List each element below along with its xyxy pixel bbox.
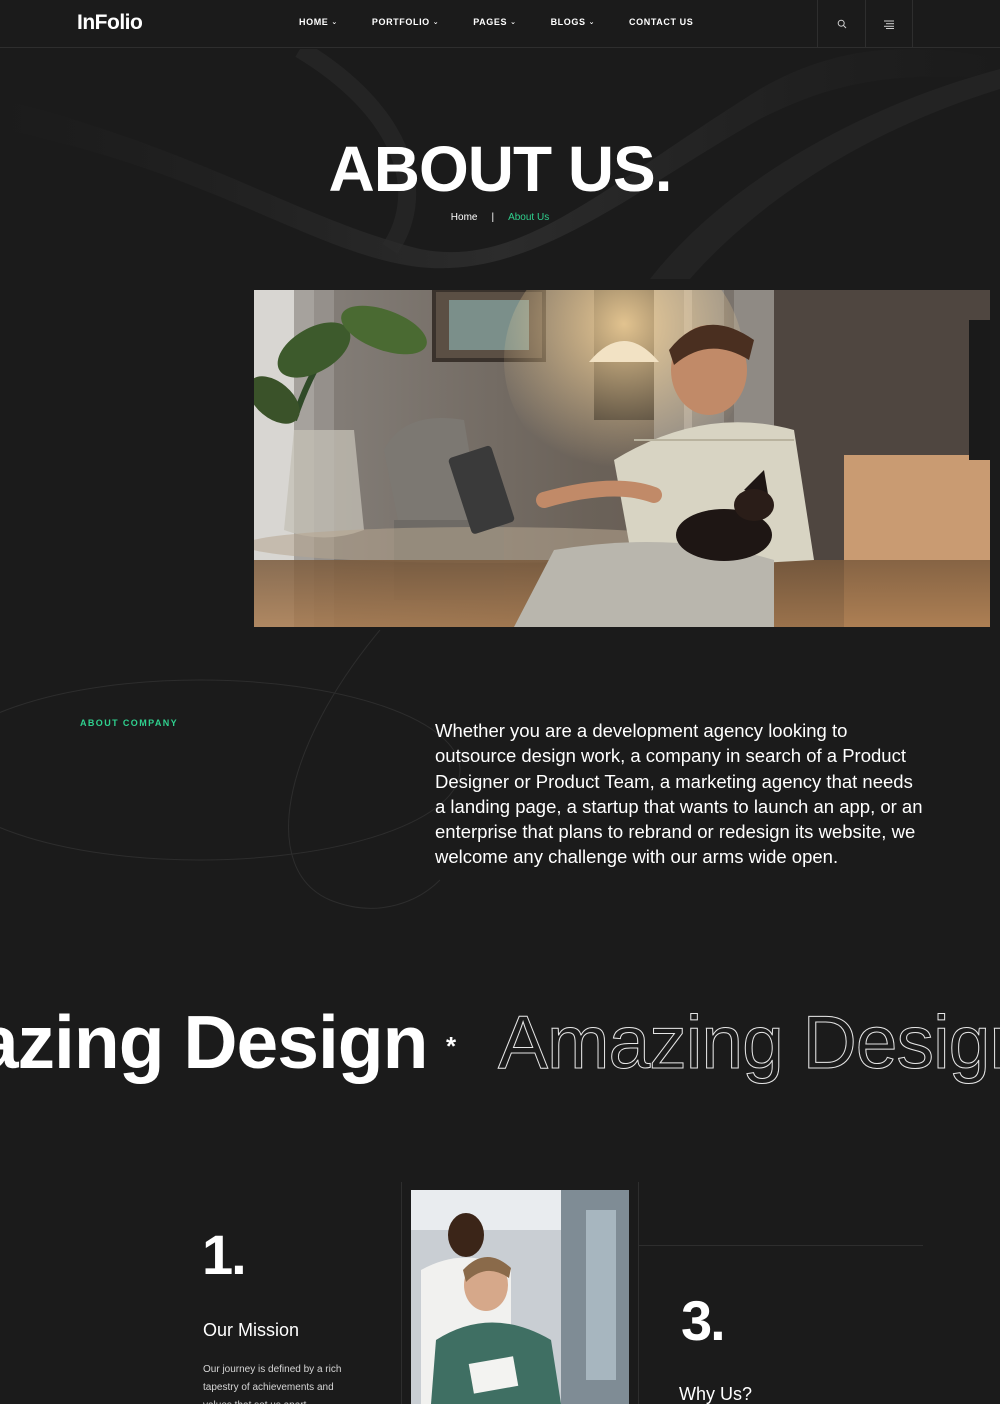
breadcrumb-home[interactable]: Home: [451, 212, 478, 223]
menu-button[interactable]: [865, 0, 913, 48]
card-number: 3.: [681, 1289, 726, 1352]
card-title: Why Us?: [679, 1384, 753, 1404]
chevron-down-icon: ⌄: [331, 19, 338, 26]
card-divider: [638, 1182, 639, 1404]
card-text: Our journey is defined by a rich tapestr…: [203, 1364, 342, 1404]
search-icon: [837, 19, 846, 29]
nav-label: BLOGS: [550, 17, 586, 27]
chevron-down-icon: ⌄: [510, 19, 517, 26]
nav-label: PORTFOLIO: [371, 17, 430, 27]
nav-item-pages[interactable]: PAGES ⌄: [473, 17, 516, 27]
site-header: InFolio HOME ⌄ PORTFOLIO ⌄ PAGES ⌄ BLOGS…: [0, 0, 1000, 48]
card-divider: [401, 1182, 402, 1404]
nav-item-contact-us[interactable]: CONTACT US: [629, 17, 693, 27]
breadcrumb-separator: |: [491, 212, 495, 223]
menu-icon: [884, 20, 894, 29]
chevron-down-icon: ⌄: [432, 19, 440, 26]
card-title: Our Mission: [203, 1320, 300, 1340]
marquee-separator: *: [446, 1031, 457, 1061]
nav-label: CONTACT US: [629, 17, 694, 27]
marquee-outline-text: Amazing Design: [498, 1000, 1000, 1084]
marquee-filled-text: Amazing Design: [0, 1000, 427, 1084]
about-company-label: ABOUT COMPANY: [80, 718, 179, 728]
nav-item-home[interactable]: HOME ⌄: [299, 17, 338, 27]
chevron-down-icon: ⌄: [588, 19, 596, 26]
card-number: 1.: [202, 1223, 247, 1286]
nav-item-portfolio[interactable]: PORTFOLIO ⌄: [372, 17, 439, 27]
breadcrumb-current: About Us: [508, 212, 550, 223]
card-divider: [638, 1245, 923, 1246]
nav-label: PAGES: [473, 17, 508, 27]
nav-item-blogs[interactable]: BLOGS ⌄: [551, 17, 595, 27]
about-company-text: Whether you are a development agency loo…: [435, 720, 923, 868]
nav-label: HOME: [299, 17, 329, 27]
team-photo: [411, 1190, 629, 1404]
page-title: ABOUT US.: [328, 133, 673, 205]
logo[interactable]: InFolio: [77, 11, 143, 35]
hero-photo-man-with-tablet: [254, 290, 990, 627]
breadcrumb: Home | About Us: [0, 212, 1000, 223]
design-marquee: Amazing Design * Amazing Design: [0, 995, 1000, 1095]
search-button[interactable]: [817, 0, 865, 48]
main-nav: HOME ⌄ PORTFOLIO ⌄ PAGES ⌄ BLOGS ⌄ CONTA…: [299, 17, 727, 27]
